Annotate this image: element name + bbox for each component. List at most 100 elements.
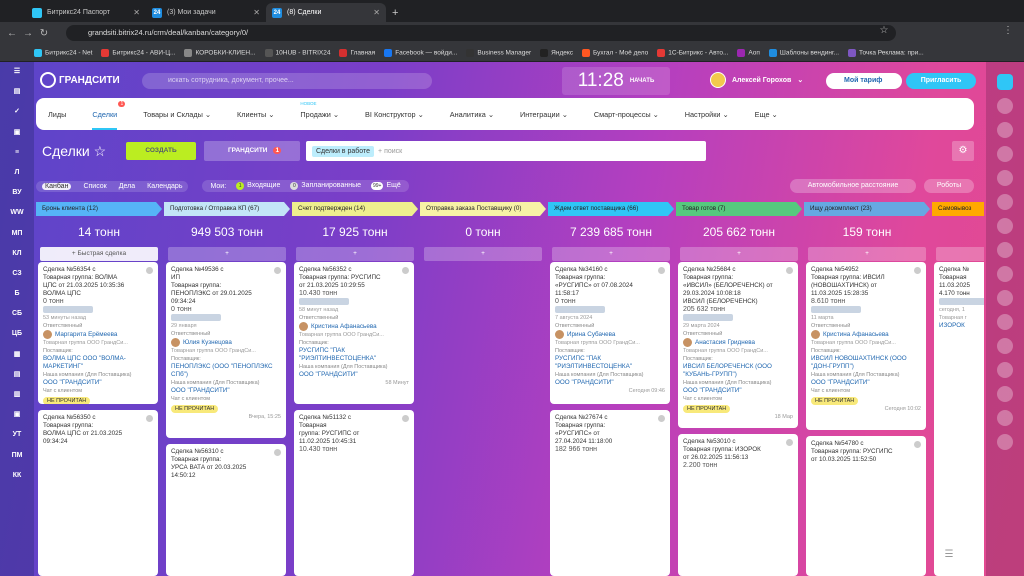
deal-title[interactable]: Сделка №34160 с bbox=[555, 266, 665, 274]
quick-deal-button[interactable]: + bbox=[936, 247, 984, 261]
create-button[interactable]: СОЗДАТЬ bbox=[126, 142, 196, 160]
sidebar-item[interactable]: МП bbox=[0, 224, 34, 244]
company-link[interactable]: ООО "ГРАНДСИТИ" bbox=[555, 379, 665, 387]
deal-card[interactable]: Сделка №56354 с Товарная группа: ВОЛМА ЦПС… bbox=[38, 262, 158, 404]
bookmark-item[interactable]: Facebook — войди... bbox=[384, 48, 457, 57]
sidebar-item[interactable]: УТ bbox=[0, 425, 34, 445]
right-sidebar-avatar[interactable] bbox=[997, 242, 1013, 258]
sidebar-item[interactable]: Л bbox=[0, 163, 34, 183]
supplier-link[interactable]: ПЕНОПЛЭКС (ООО "ПЕНОПЛЭКС СПб") bbox=[171, 363, 281, 379]
close-icon[interactable]: ✕ bbox=[133, 8, 140, 17]
deal-card[interactable]: Сделка №51132 с Товарная группа: РУСГИПС о… bbox=[294, 410, 414, 576]
menu-item[interactable]: BI Конструктор ⌄ bbox=[365, 110, 424, 119]
view-tab[interactable]: Список bbox=[83, 183, 106, 190]
sidebar-item[interactable]: СБ bbox=[0, 304, 34, 324]
right-sidebar-avatar[interactable] bbox=[997, 74, 1013, 90]
category-selector[interactable]: ГРАНДСИТИ 1 bbox=[204, 141, 300, 161]
quick-deal-button[interactable]: + bbox=[168, 247, 286, 261]
deal-menu-icon[interactable] bbox=[786, 267, 793, 274]
url-field[interactable]: grandsiti.bitrix24.ru/crm/deal/kanban/ca… bbox=[66, 25, 896, 41]
back-icon[interactable]: ← bbox=[4, 28, 20, 39]
column-header[interactable]: Товар готов (7) bbox=[676, 202, 802, 216]
deal-title[interactable]: Сделка №25684 с bbox=[683, 266, 793, 274]
responsible-user[interactable]: Юлия Кузнецова bbox=[171, 338, 281, 348]
responsible-user[interactable]: Ирина Субачева bbox=[555, 330, 665, 340]
view-tab[interactable]: Канбан bbox=[42, 182, 72, 190]
filter-tag[interactable]: Сделки в работе bbox=[312, 145, 375, 157]
column-header[interactable]: Ждем ответ поставщика (66) bbox=[548, 202, 674, 216]
column-header[interactable]: Ищу докомплект (23) bbox=[804, 202, 930, 216]
company-link[interactable]: ООО "ГРАНДСИТИ" bbox=[299, 371, 409, 379]
sidebar-item[interactable]: ☰ bbox=[0, 62, 34, 82]
deal-title[interactable]: Сделка №56310 с bbox=[171, 448, 281, 456]
deal-card[interactable]: Сделка №56352 с Товарная группа: РУСГИПС о… bbox=[294, 262, 414, 404]
sidebar-item[interactable]: Б bbox=[0, 284, 34, 304]
deal-card[interactable]: Сделка №54780 с Товарная группа: РУСГИПС о… bbox=[806, 436, 926, 576]
deal-menu-icon[interactable] bbox=[658, 267, 665, 274]
bookmark-item[interactable]: 1С-Битрикс - Авто... bbox=[657, 48, 728, 57]
planned-counter[interactable]: 0 Запланированные bbox=[290, 182, 361, 190]
supplier-link[interactable]: РУСГИПС "ПАК "РИЭЛТИНВЕСТОЦЕНКА" bbox=[555, 355, 665, 371]
view-tab[interactable]: Календарь bbox=[147, 183, 182, 190]
chat-icon[interactable]: ☰ bbox=[936, 542, 962, 568]
bookmark-item[interactable]: Яндекс bbox=[540, 48, 573, 57]
sidebar-item[interactable]: ≡ bbox=[0, 143, 34, 163]
column-header[interactable]: Счет подтвержден (14) bbox=[292, 202, 418, 216]
supplier-link[interactable]: ИВСИЛ БЕЛОРЕЧЕНСК (ООО "КУБАНЬ-ГРУПП") bbox=[683, 363, 793, 379]
company-link[interactable]: ООО "ГРАНДСИТИ" bbox=[811, 379, 921, 387]
bookmark-item[interactable]: КОРОБКИ-КЛИЕН... bbox=[184, 48, 256, 57]
bookmark-item[interactable]: Business Manager bbox=[466, 48, 531, 57]
sidebar-item[interactable]: ▣ bbox=[0, 123, 34, 143]
bookmark-item[interactable]: Точка Реклама: при... bbox=[848, 48, 924, 57]
menu-item[interactable]: Клиенты ⌄ bbox=[237, 110, 274, 119]
right-sidebar-avatar[interactable] bbox=[997, 314, 1013, 330]
deal-menu-icon[interactable] bbox=[402, 415, 409, 422]
menu-item[interactable]: Лиды bbox=[48, 110, 66, 119]
column-header[interactable]: Самовывоз bbox=[932, 202, 984, 216]
sidebar-item[interactable]: ▤ bbox=[0, 82, 34, 102]
deal-menu-icon[interactable] bbox=[146, 267, 153, 274]
menu-item[interactable]: Сделки 1 bbox=[92, 100, 126, 130]
right-sidebar-avatar[interactable] bbox=[997, 98, 1013, 114]
star-icon[interactable]: ☆ bbox=[94, 143, 107, 159]
sidebar-item[interactable]: КЛ bbox=[0, 244, 34, 264]
robots-button[interactable]: Роботы bbox=[924, 179, 974, 193]
auto-distance-button[interactable]: Автомобильное расстояние bbox=[790, 179, 916, 193]
deal-title[interactable]: Сделка №54780 с bbox=[811, 440, 921, 448]
browser-tab[interactable]: 24 (3) Мои задачи ✕ bbox=[146, 3, 266, 22]
sidebar-item[interactable]: ▦ bbox=[0, 345, 34, 365]
deal-title[interactable]: Сделка №49536 с bbox=[171, 266, 281, 274]
right-sidebar-avatar[interactable] bbox=[997, 362, 1013, 378]
deal-menu-icon[interactable] bbox=[786, 439, 793, 446]
deal-card[interactable]: Сделка №49536 с ИП Товарная группа: ПЕНОПЛЭ… bbox=[166, 262, 286, 438]
menu-item[interactable]: Настройки ⌄ bbox=[685, 110, 729, 119]
menu-item[interactable]: Еще ⌄ bbox=[755, 110, 778, 119]
bookmark-item[interactable]: Шаблоны вендинг... bbox=[768, 48, 839, 57]
sidebar-item[interactable]: ВУ bbox=[0, 183, 34, 203]
column-header[interactable]: Подготовка / Отправка КП (67) bbox=[164, 202, 290, 216]
right-sidebar-avatar[interactable] bbox=[997, 290, 1013, 306]
company-link[interactable]: ООО "ГРАНДСИТИ" bbox=[43, 379, 153, 387]
deal-menu-icon[interactable] bbox=[402, 267, 409, 274]
right-sidebar-avatar[interactable] bbox=[997, 338, 1013, 354]
deal-menu-icon[interactable] bbox=[914, 267, 921, 274]
browser-tab[interactable]: Битрикс24 Паспорт ✕ bbox=[26, 3, 146, 22]
responsible-user[interactable]: Маргарита Ерёмеева bbox=[43, 330, 153, 340]
deal-title[interactable]: Сделка №56352 с bbox=[299, 266, 409, 274]
deal-title[interactable]: Сделка №53010 с bbox=[683, 438, 793, 446]
menu-item[interactable]: Интеграции ⌄ bbox=[520, 110, 568, 119]
start-day-button[interactable]: НАЧАТЬ bbox=[630, 78, 654, 84]
sidebar-item[interactable]: ▥ bbox=[0, 385, 34, 405]
sidebar-item[interactable]: ▣ bbox=[0, 405, 34, 425]
close-icon[interactable]: ✕ bbox=[253, 8, 260, 17]
responsible-user[interactable]: Кристина Афанасьева bbox=[299, 322, 409, 332]
menu-item[interactable]: Аналитика ⌄ bbox=[450, 110, 494, 119]
gear-icon[interactable]: ⚙ bbox=[952, 141, 974, 161]
right-sidebar-avatar[interactable] bbox=[997, 218, 1013, 234]
supplier-link[interactable]: ВОЛМА ЦПС ООО "ВОЛМА-МАРКЕТИНГ" bbox=[43, 355, 153, 371]
deal-menu-icon[interactable] bbox=[658, 415, 665, 422]
forward-icon[interactable]: → bbox=[20, 28, 36, 39]
reload-icon[interactable]: ↻ bbox=[36, 28, 52, 39]
filter-search-input[interactable]: Сделки в работе + поиск bbox=[306, 141, 706, 161]
sidebar-item[interactable]: СЗ bbox=[0, 264, 34, 284]
